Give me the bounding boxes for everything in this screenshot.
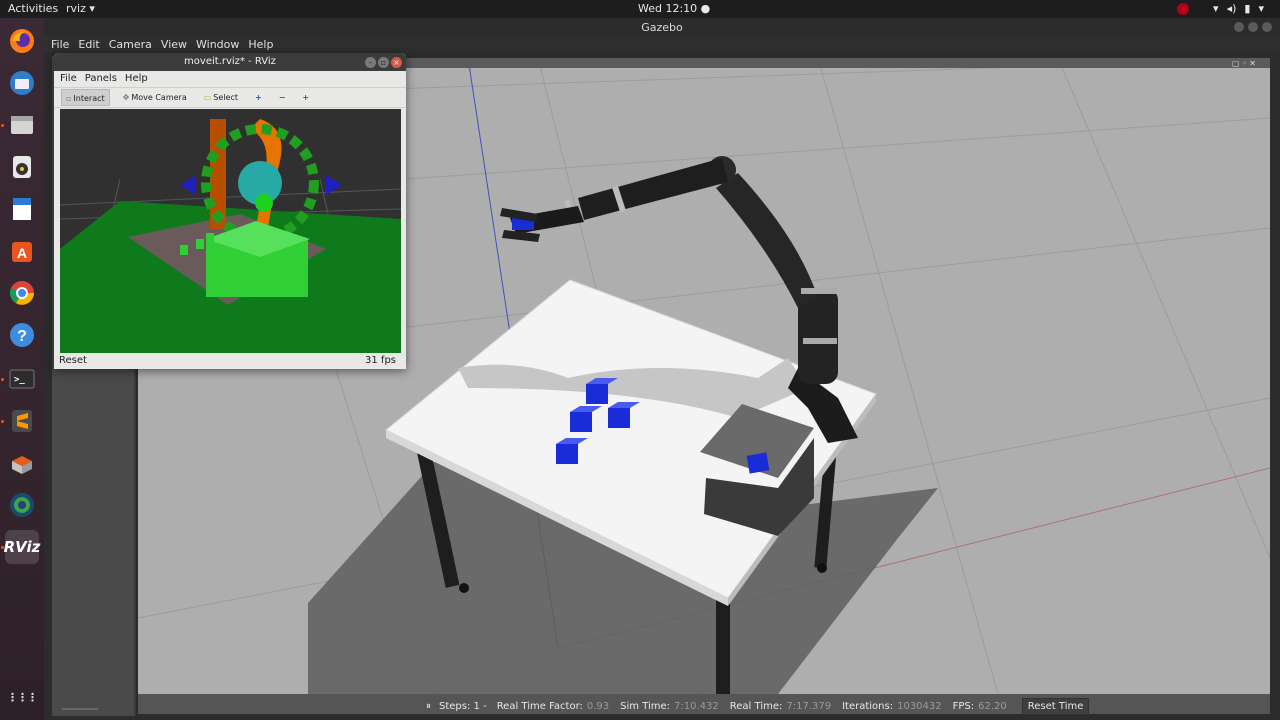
battery-icon[interactable]: ▮ (1244, 2, 1250, 15)
rtf-label: Real Time Factor: (496, 701, 583, 712)
gazebo-window-title: Gazebo (641, 21, 683, 34)
remove-tool-button[interactable]: − (275, 89, 290, 106)
iterations-value: 1030432 (897, 701, 942, 712)
record-indicator-icon[interactable] (1177, 3, 1190, 15)
move-camera-tool[interactable]: ✥ Move Camera (119, 89, 191, 106)
chevron-down-icon[interactable]: ▾ (1258, 2, 1264, 15)
pause-button[interactable]: ⏸ (426, 701, 431, 712)
activities-button[interactable]: Activities (8, 2, 58, 15)
rviz-status-bar: Reset 31 fps (54, 353, 406, 369)
writer-icon[interactable] (5, 192, 39, 226)
tool-options-button[interactable]: + (298, 89, 313, 106)
rviz-menu-bar: File Panels Help (54, 71, 406, 87)
rviz-window-title: moveit.rviz* - RViz (184, 56, 276, 67)
terminal-icon[interactable]: >_ (5, 362, 39, 396)
camera-app-icon[interactable] (5, 488, 39, 522)
maximize-icon[interactable]: ▫ (378, 57, 389, 68)
volume-icon[interactable]: ◂) (1227, 2, 1237, 15)
add-tool-button[interactable]: + (251, 89, 266, 106)
show-apps-icon[interactable]: ⋮⋮⋮ (5, 680, 39, 714)
menu-window[interactable]: Window (196, 37, 239, 52)
iterations-label: Iterations: (842, 701, 894, 712)
running-indicator (1, 378, 4, 381)
app-menu[interactable]: rviz ▾ (66, 2, 95, 15)
gazebo-title-bar: Gazebo (44, 18, 1280, 37)
rviz-fps-readout: 31 fps (365, 355, 396, 366)
reset-time-button[interactable]: Reset Time (1021, 698, 1090, 715)
running-indicator (1, 124, 4, 127)
menu-help[interactable]: Help (248, 37, 273, 52)
system-tray[interactable]: ▾ ◂) ▮ ▾ (1177, 2, 1264, 15)
select-tool[interactable]: ▭ Select (200, 89, 242, 106)
rtf-value: 0.93 (586, 701, 610, 712)
viewport-window-controls[interactable]: ▢ ◦ ✕ (1232, 59, 1256, 68)
running-indicator (1, 420, 4, 423)
close-icon[interactable]: × (391, 57, 402, 68)
gazebo-menu-bar: File Edit Camera View Window Help (44, 37, 1280, 52)
cube-in-bin[interactable] (746, 452, 770, 474)
wifi-icon[interactable]: ▾ (1213, 2, 1219, 15)
rviz-dock-icon[interactable]: RViz (3, 530, 41, 564)
plus-icon: + (254, 93, 262, 102)
package-icon[interactable] (5, 446, 39, 480)
firefox-icon[interactable] (5, 24, 39, 58)
rviz-dock-label: RViz (3, 538, 41, 556)
fps-label: FPS: (952, 701, 975, 712)
minimize-icon[interactable] (1234, 22, 1244, 32)
help-icon[interactable]: ? (5, 318, 39, 352)
chrome-icon[interactable] (5, 276, 39, 310)
rviz-window: moveit.rviz* - RViz – ▫ × File Panels He… (54, 53, 406, 369)
minus-icon: − (278, 93, 286, 102)
minimize-icon[interactable]: – (365, 57, 376, 68)
interact-tool-label: Interact (73, 94, 105, 103)
menu-edit[interactable]: Edit (78, 37, 99, 52)
rviz-title-bar[interactable]: moveit.rviz* - RViz – ▫ × (54, 53, 406, 71)
menu-camera[interactable]: Camera (109, 37, 152, 52)
rviz-menu-file[interactable]: File (60, 71, 77, 87)
select-icon: ▭ (203, 93, 212, 102)
rhythmbox-icon[interactable] (5, 150, 39, 184)
sublime-text-icon[interactable] (5, 404, 39, 438)
move-camera-tool-label: Move Camera (131, 93, 187, 102)
rviz-toolbar: ▫ Interact ✥ Move Camera ▭ Select + − + (54, 87, 406, 108)
svg-text:A: A (17, 245, 27, 261)
steps-label[interactable]: Steps: 1 - (439, 701, 487, 712)
window-controls (1234, 22, 1272, 32)
panel-splitter[interactable] (62, 708, 98, 710)
thunderbird-icon[interactable] (5, 66, 39, 100)
ubuntu-software-icon[interactable]: A (5, 234, 39, 268)
svg-text:>_: >_ (14, 375, 25, 385)
menu-file[interactable]: File (51, 37, 69, 52)
files-icon[interactable] (5, 108, 39, 142)
menu-view[interactable]: View (161, 37, 187, 52)
plus-small-icon: + (302, 93, 310, 102)
close-icon[interactable] (1262, 22, 1272, 32)
gnome-top-bar: Activities rviz ▾ Wed 12:10 ● ▾ ◂) ▮ ▾ (0, 0, 1280, 18)
ubuntu-dock: A ? >_ RViz ⋮⋮⋮ (0, 18, 44, 720)
gazebo-status-bar: ⏸ Steps: 1 - Real Time Factor: 0.93 Sim … (138, 694, 1270, 715)
clock[interactable]: Wed 12:10 ● (638, 2, 710, 15)
sim-time-label: Sim Time: (620, 701, 671, 712)
rviz-menu-panels[interactable]: Panels (85, 71, 117, 87)
running-indicator (1, 546, 4, 549)
real-time-label: Real Time: (729, 701, 783, 712)
maximize-icon[interactable] (1248, 22, 1258, 32)
rviz-menu-help[interactable]: Help (125, 71, 148, 87)
svg-text:?: ? (17, 328, 27, 345)
sim-time-value: 7:10.432 (674, 701, 719, 712)
rviz-reset-button[interactable]: Reset (59, 355, 87, 366)
interact-tool[interactable]: ▫ Interact (61, 89, 110, 106)
fps-value: 62.20 (978, 701, 1007, 712)
arrow-left-handle[interactable] (180, 175, 196, 195)
move-camera-icon: ✥ (122, 93, 130, 102)
rviz-3d-view[interactable] (60, 109, 401, 353)
real-time-value: 7:17.379 (786, 701, 832, 712)
select-tool-label: Select (213, 93, 238, 102)
interact-icon: ▫ (66, 94, 72, 103)
